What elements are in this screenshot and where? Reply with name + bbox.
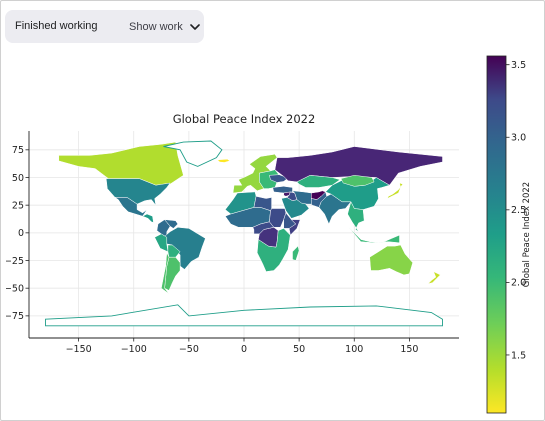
y-tick-label: 25 (12, 200, 24, 211)
choropleth-chart: −150 −100 −50 0 50 100 150 −75 −50 −25 0 25 50 75 Glo… (6, 55, 532, 414)
x-tick-label: 0 (241, 344, 247, 355)
colorbar-label: Global Peace Index 2022 (522, 182, 532, 287)
tool-status-bar: Finished working Show work (5, 10, 204, 43)
output-image-panel: −150 −100 −50 0 50 100 150 −75 −50 −25 0 25 50 75 Glo… (6, 51, 539, 417)
colorbar-tick-label: 3.0 (511, 133, 526, 144)
x-tick-label: −150 (66, 344, 92, 355)
colorbar-tick-label: 3.5 (511, 60, 526, 71)
x-tick-label: −50 (179, 344, 199, 355)
chart-title: Global Peace Index 2022 (173, 112, 316, 126)
chevron-down-icon (189, 23, 200, 31)
region-iceland (216, 158, 231, 163)
region-sudan (269, 208, 287, 228)
show-work-label: Show work (129, 21, 183, 33)
y-tick-label: 50 (12, 173, 24, 184)
x-tick-label: 50 (293, 344, 305, 355)
region-central-america (141, 213, 159, 225)
y-tick-label: −25 (6, 256, 24, 267)
x-tick-label: 150 (400, 344, 418, 355)
region-madagascar (292, 245, 300, 261)
x-tick-label: 100 (345, 344, 363, 355)
status-label: Finished working (15, 20, 98, 32)
colorbar-tick-label: 1.5 (511, 350, 526, 361)
region-peru (154, 233, 169, 253)
y-tick-label: −50 (6, 283, 24, 294)
app-frame: Finished working Show work −150 −100 −50… (0, 0, 545, 421)
x-tick-label: −100 (121, 344, 147, 355)
region-new-zealand (427, 271, 441, 285)
colorbar-gradient (486, 55, 507, 414)
y-tick-label: 75 (12, 145, 24, 156)
show-work-button[interactable]: Show work (127, 17, 202, 37)
y-tick-label: −75 (6, 311, 24, 322)
region-australia (369, 244, 413, 276)
colorbar: 1.52.02.53.03.5 (486, 55, 526, 414)
y-tick-label: 0 (18, 228, 24, 239)
